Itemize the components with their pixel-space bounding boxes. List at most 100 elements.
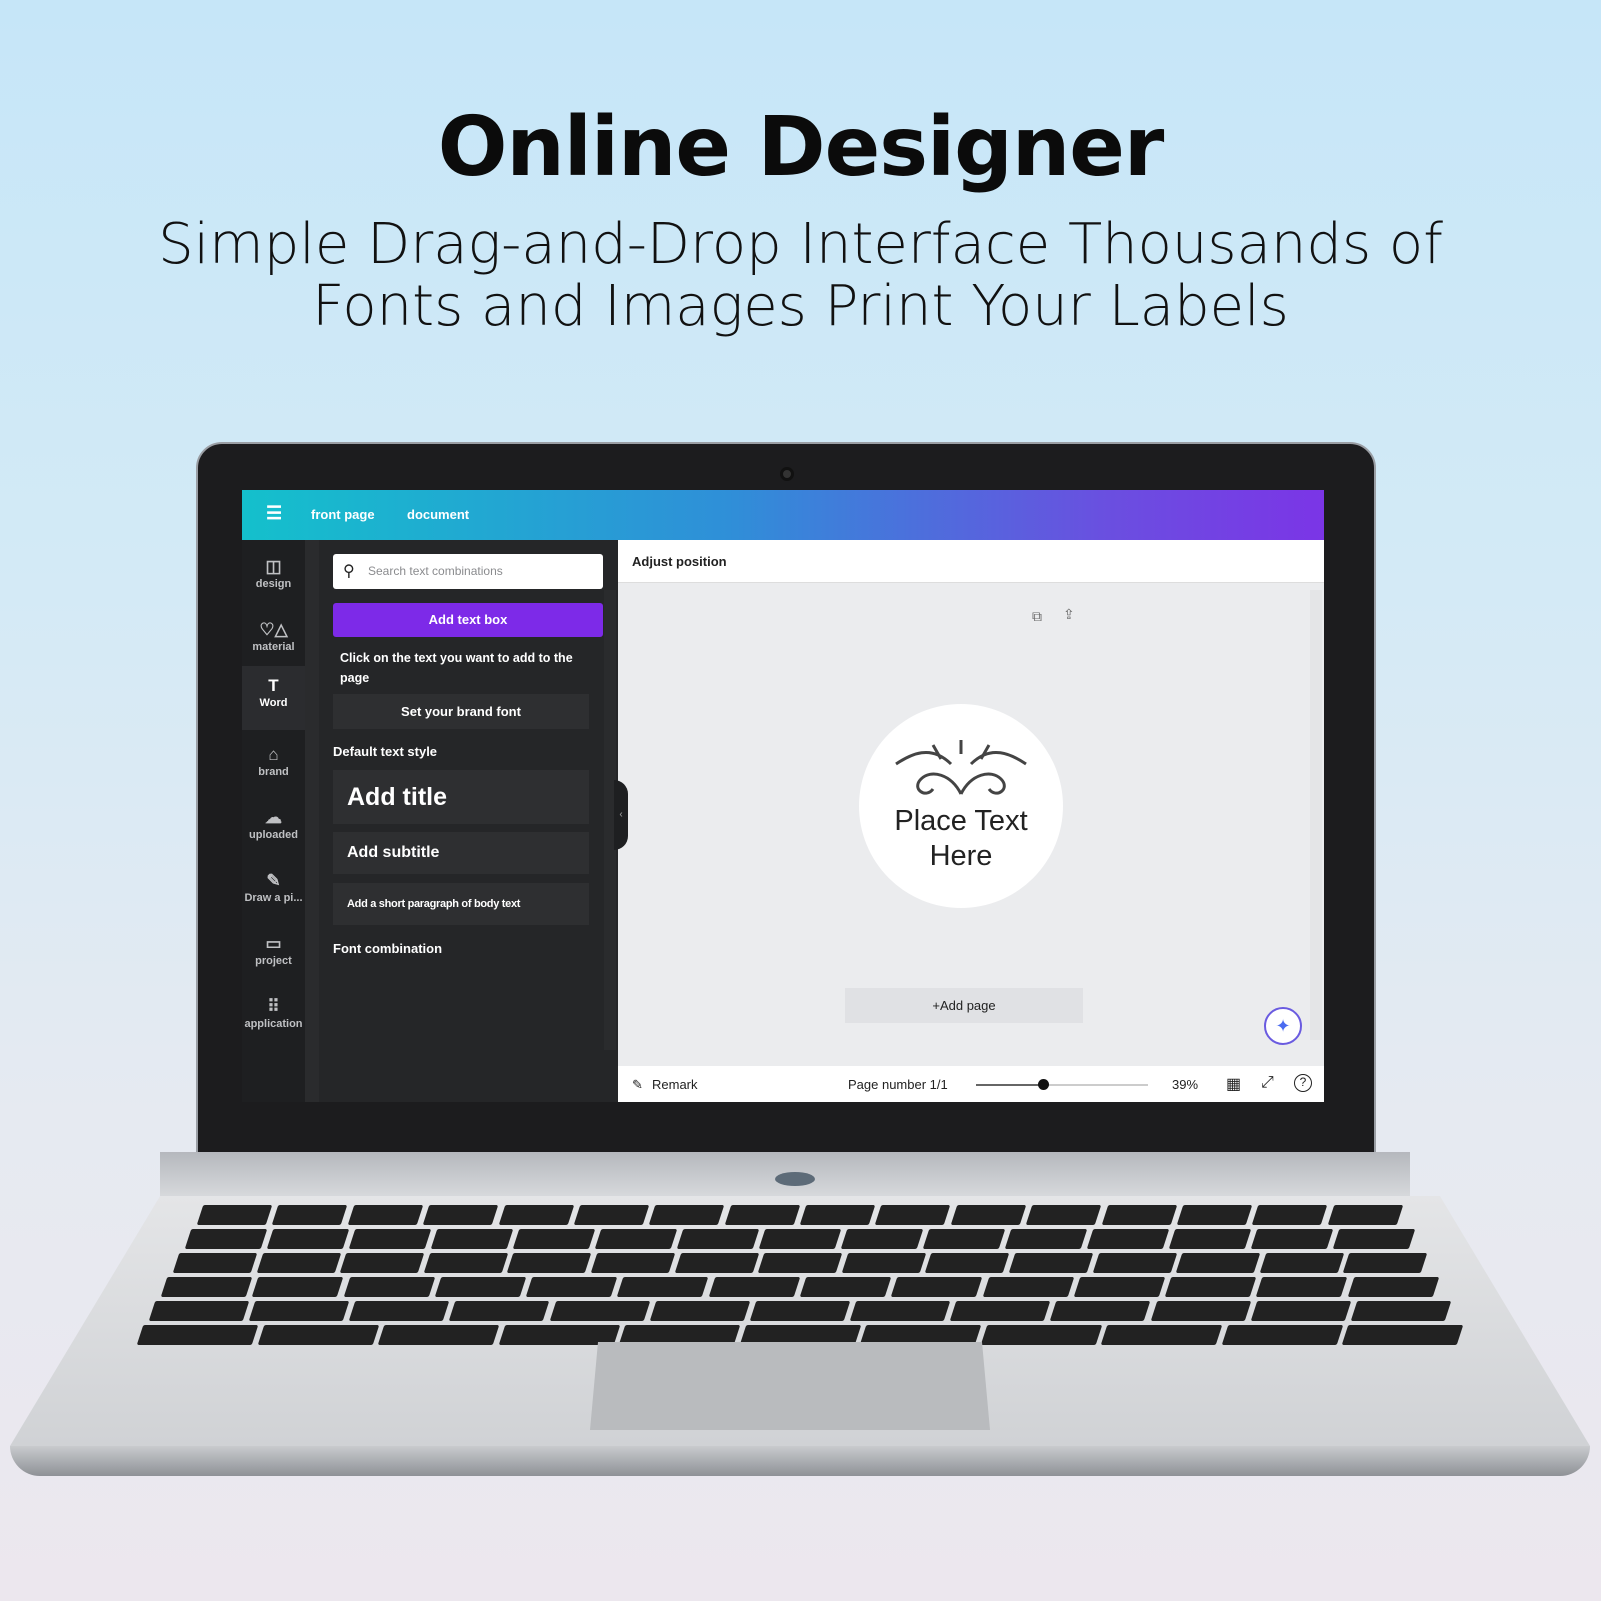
hamburger-icon[interactable]: ☰ [266, 503, 282, 524]
key [649, 1205, 725, 1225]
key [422, 1205, 499, 1225]
keyboard-row [172, 1253, 1428, 1273]
fullscreen-icon[interactable]: ⤢ [1261, 1074, 1274, 1092]
key [1250, 1229, 1334, 1249]
zoom-slider[interactable] [976, 1079, 1148, 1090]
key [423, 1253, 508, 1273]
add-text-box-button[interactable]: Add text box [333, 603, 603, 637]
keyboard-row [160, 1277, 1440, 1297]
key [1256, 1277, 1348, 1297]
text-icon: T [268, 676, 279, 695]
cloud-upload-icon: ☁ [265, 808, 282, 827]
layout-icon: ◫ [265, 557, 282, 576]
sidebar-item-draw[interactable]: ✎ Draw a pi... [242, 864, 305, 924]
key [799, 1205, 876, 1225]
key [1004, 1229, 1088, 1249]
key [525, 1277, 618, 1297]
key [590, 1253, 675, 1273]
key [266, 1229, 350, 1249]
key [339, 1253, 425, 1273]
key [1025, 1205, 1102, 1225]
trackpad [590, 1342, 990, 1430]
add-page-button[interactable]: +Add page [845, 988, 1083, 1023]
font-combination-heading: Font combination [333, 941, 443, 956]
panel-hint: Click on the text you want to add to the… [340, 651, 573, 685]
key [1175, 1253, 1260, 1273]
key [1168, 1229, 1252, 1249]
sidebar-item-material[interactable]: ♡△ material [242, 613, 305, 673]
key [922, 1229, 1006, 1249]
set-brand-font-button[interactable]: Set your brand font [333, 694, 589, 729]
remark-icon[interactable]: ✎ [632, 1077, 643, 1093]
key [248, 1301, 350, 1321]
key [674, 1253, 759, 1273]
key [891, 1277, 983, 1297]
key [980, 1325, 1102, 1345]
key [1101, 1325, 1223, 1345]
key [1252, 1205, 1328, 1225]
share-page-icon[interactable]: ⇪ [1063, 606, 1075, 623]
help-icon[interactable]: ? [1294, 1074, 1312, 1092]
key [799, 1277, 892, 1297]
keyboard-row [148, 1301, 1452, 1321]
magic-sparkle-icon[interactable]: ✦ [1264, 1007, 1302, 1045]
key [1101, 1205, 1178, 1225]
brand-icon: ⌂ [268, 745, 279, 764]
sidebar-item-word[interactable]: T Word [242, 666, 305, 730]
sidebar-scrollbar[interactable] [305, 540, 319, 1102]
canvas-scrollbar[interactable] [1310, 590, 1322, 1040]
key [1327, 1205, 1404, 1225]
hinge-notch [775, 1172, 815, 1186]
add-title-button[interactable]: Add title [333, 770, 589, 824]
tab-front-page[interactable]: front page [311, 507, 375, 522]
key [925, 1253, 1010, 1273]
key [257, 1325, 379, 1345]
key [1250, 1301, 1352, 1321]
key [184, 1229, 268, 1249]
key [841, 1253, 926, 1273]
zoom-slider-knob[interactable] [1038, 1079, 1050, 1090]
bottom-bar: ✎ Remark Page number 1/1 39% ▦ ⤢ ? [618, 1066, 1324, 1102]
default-text-style-heading: Default text style [333, 744, 438, 759]
zoom-level: 39% [1172, 1077, 1199, 1092]
sidebar-item-brand[interactable]: ⌂ brand [242, 738, 305, 798]
collapse-panel-handle[interactable]: ‹ [614, 780, 628, 850]
key [1342, 1325, 1464, 1345]
key [507, 1253, 592, 1273]
folder-icon: ▭ [265, 934, 282, 953]
shapes-icon: ♡△ [259, 620, 288, 639]
key [594, 1229, 678, 1249]
sidebar-item-design[interactable]: ◫ design [242, 550, 305, 610]
key [348, 1229, 432, 1249]
duplicate-page-icon[interactable]: ⧉ [1032, 608, 1042, 625]
search-input[interactable]: ⚲ Search text combinations [333, 554, 603, 589]
key [1350, 1301, 1452, 1321]
add-subtitle-button[interactable]: Add subtitle [333, 832, 589, 874]
key [676, 1229, 760, 1249]
sidebar-item-project[interactable]: ▭ project [242, 927, 305, 987]
label-text[interactable]: Place Text Here [859, 804, 1063, 874]
key [950, 1301, 1051, 1321]
key [172, 1253, 257, 1273]
sidebar-item-application[interactable]: ⠿ application [242, 990, 305, 1050]
key [1221, 1325, 1343, 1345]
label-design[interactable]: Place Text Here [859, 704, 1063, 908]
key [449, 1301, 550, 1321]
adjust-position-button[interactable]: Adjust position [618, 540, 1324, 583]
key [840, 1229, 924, 1249]
key [758, 1229, 842, 1249]
remark-button[interactable]: Remark [652, 1077, 698, 1092]
add-body-text-button[interactable]: Add a short paragraph of body text [333, 883, 589, 925]
key [1332, 1229, 1416, 1249]
key [849, 1301, 951, 1321]
sidebar-item-uploaded[interactable]: ☁ uploaded [242, 801, 305, 861]
text-panel: ⚲ Search text combinations Add text box C… [319, 540, 618, 1102]
key [136, 1325, 258, 1345]
grid-view-icon[interactable]: ▦ [1226, 1074, 1241, 1094]
key [1150, 1301, 1251, 1321]
key [256, 1253, 341, 1273]
key [1050, 1301, 1151, 1321]
key [1073, 1277, 1166, 1297]
tab-document[interactable]: document [407, 507, 469, 522]
key [549, 1301, 651, 1321]
